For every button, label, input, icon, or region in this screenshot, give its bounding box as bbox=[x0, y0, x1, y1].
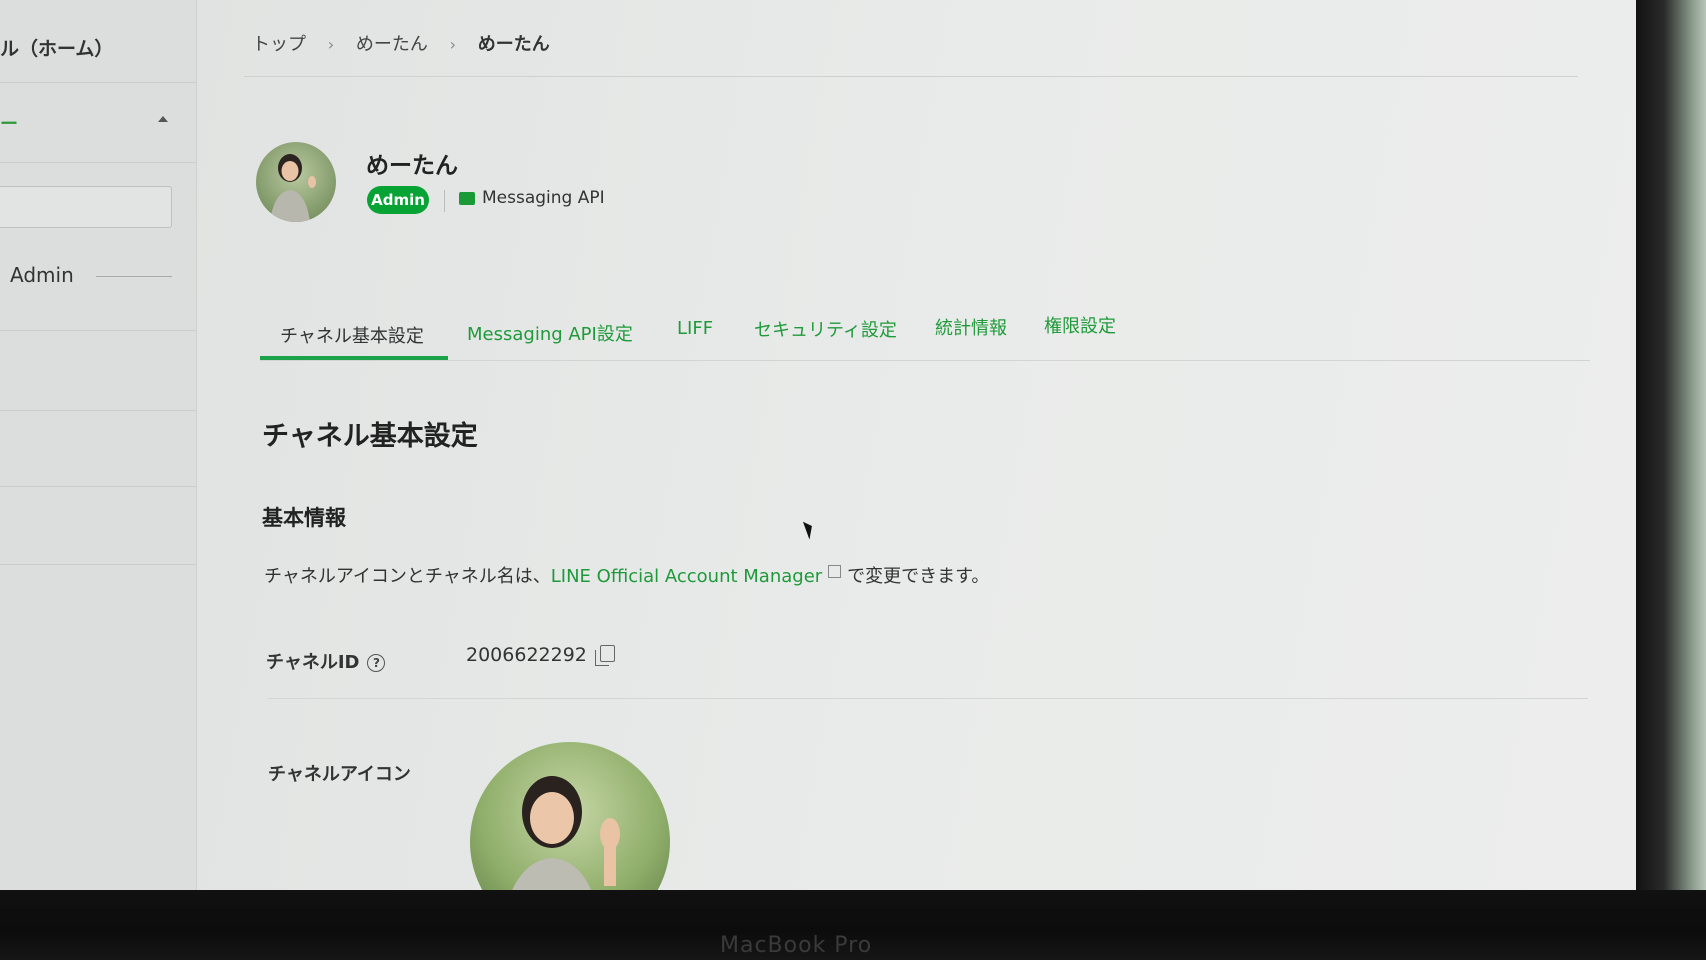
sidebar-item-home-label: ル（ホーム） bbox=[0, 38, 114, 60]
laptop-screen: ル（ホーム） ー Admin トップ › めーたん › めーたん めーたん Ad… bbox=[0, 0, 1648, 890]
header-divider bbox=[244, 76, 1578, 77]
channel-icon-label: チャネルアイコン bbox=[268, 764, 411, 785]
sidebar-divider bbox=[0, 330, 196, 331]
channel-name: めーたん bbox=[366, 153, 458, 179]
tab-messaging-api[interactable]: Messaging API設定 bbox=[467, 320, 633, 346]
external-link-icon[interactable] bbox=[828, 565, 842, 578]
sidebar-role-label: Admin bbox=[10, 263, 74, 287]
sidebar: ル（ホーム） ー Admin bbox=[0, 0, 197, 890]
help-icon[interactable]: ? bbox=[367, 654, 386, 672]
section-heading: 基本情報 bbox=[262, 506, 346, 530]
channel-avatar bbox=[256, 142, 336, 222]
sidebar-item-member[interactable]: ー bbox=[0, 82, 196, 163]
tab-permissions[interactable]: 権限設定 bbox=[1044, 312, 1116, 338]
device-label: MacBook Pro bbox=[720, 933, 873, 958]
tab-liff[interactable]: LIFF bbox=[677, 318, 713, 339]
tab-statistics[interactable]: 統計情報 bbox=[935, 314, 1007, 340]
laptop-bezel-bottom: MacBook Pro bbox=[0, 890, 1706, 960]
channel-id-label-text: チャネルID bbox=[266, 652, 360, 673]
role-badge: Admin bbox=[367, 186, 429, 214]
photo-frame: ル（ホーム） ー Admin トップ › めーたん › めーたん めーたん Ad… bbox=[0, 0, 1706, 960]
channel-id-value: 2006622292 bbox=[466, 644, 587, 666]
laptop-bezel-right bbox=[1636, 0, 1706, 960]
info-text: チャネルアイコンとチャネル名は、LINE Official Account Ma… bbox=[264, 562, 989, 588]
tab-basic-settings[interactable]: チャネル基本設定 bbox=[280, 322, 424, 348]
breadcrumb-item-provider[interactable]: めーたん bbox=[356, 34, 428, 55]
breadcrumb-item-current: めーたん bbox=[477, 34, 550, 55]
mouse-cursor-icon bbox=[802, 519, 817, 540]
info-text-suffix: で変更できます。 bbox=[847, 566, 990, 587]
badge-divider bbox=[444, 190, 445, 212]
sidebar-item-member-label: ー bbox=[0, 114, 18, 135]
channel-id-label: チャネルID? bbox=[266, 648, 386, 674]
row-divider bbox=[268, 698, 1588, 699]
chat-icon bbox=[459, 192, 475, 205]
tab-divider bbox=[260, 360, 1590, 361]
tab-bar: チャネル基本設定 Messaging API設定 LIFF セキュリティ設定 統… bbox=[258, 316, 1578, 362]
channel-icon-image bbox=[470, 742, 670, 890]
sidebar-item-home[interactable]: ル（ホーム） bbox=[0, 0, 196, 83]
breadcrumb-item-top[interactable]: トップ bbox=[252, 34, 306, 55]
sidebar-divider bbox=[0, 410, 196, 411]
sidebar-divider bbox=[0, 486, 196, 487]
page-title: チャネル基本設定 bbox=[262, 421, 478, 452]
chevron-up-icon bbox=[158, 116, 168, 122]
oa-manager-link[interactable]: LINE Official Account Manager bbox=[551, 566, 822, 587]
info-text-prefix: チャネルアイコンとチャネル名は、 bbox=[264, 566, 551, 587]
chevron-right-icon: › bbox=[449, 35, 457, 54]
channel-type-label: Messaging API bbox=[482, 188, 605, 208]
breadcrumb: トップ › めーたん › めーたん bbox=[252, 30, 566, 56]
sidebar-divider bbox=[96, 276, 172, 277]
copy-icon[interactable] bbox=[595, 645, 615, 666]
sidebar-divider bbox=[0, 564, 196, 565]
tab-security[interactable]: セキュリティ設定 bbox=[754, 316, 897, 342]
chevron-right-icon: › bbox=[327, 35, 335, 54]
sidebar-search-input[interactable] bbox=[0, 186, 172, 228]
